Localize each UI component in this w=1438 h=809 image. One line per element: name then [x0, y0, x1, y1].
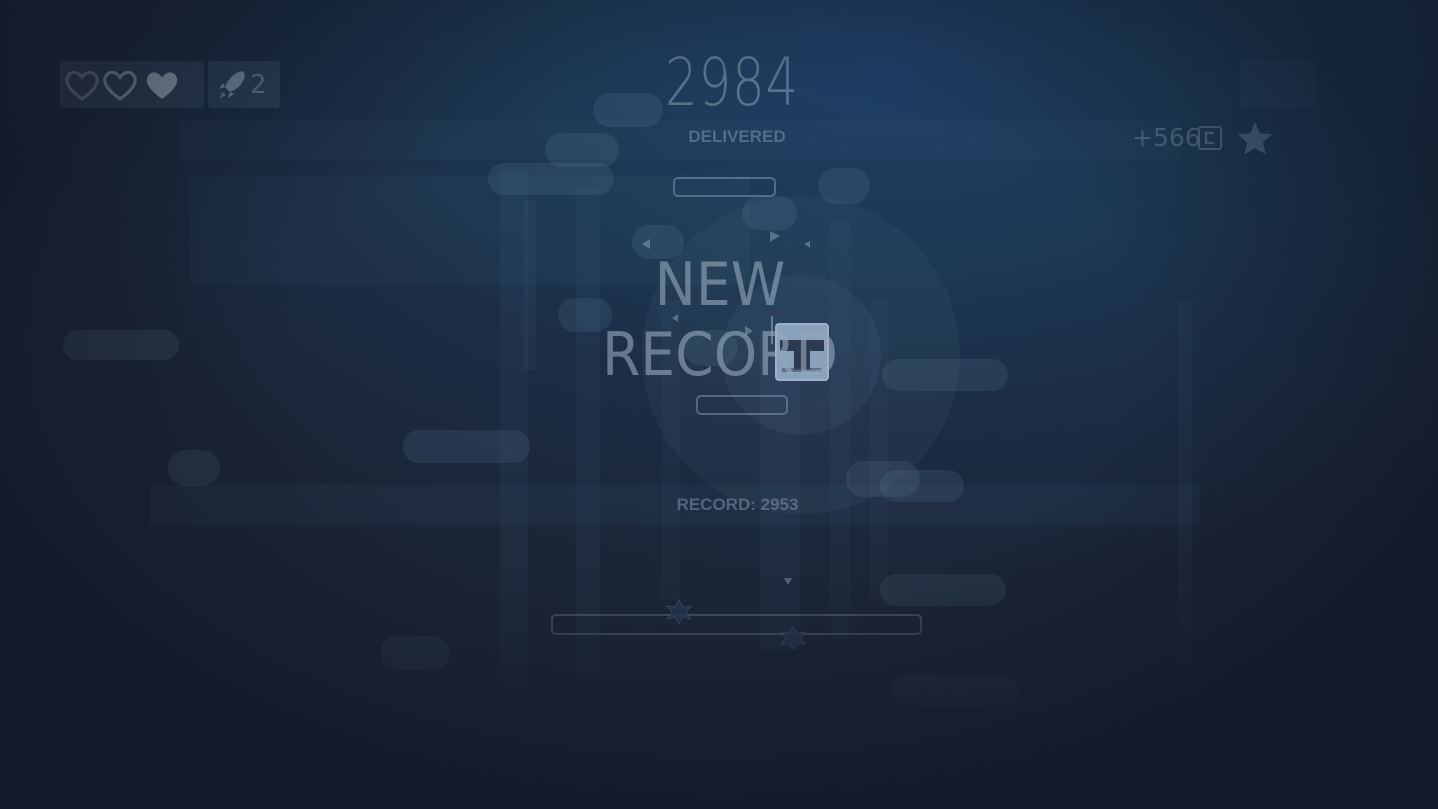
- score-label: DELIVERED: [688, 127, 786, 146]
- previous-record: RECORD: 2953: [676, 495, 799, 514]
- rocket-icon: [219, 71, 245, 99]
- new-record-title: NEW RECORD: [601, 250, 839, 390]
- game-scene: 2 2984 DELIVERED NEW RECORD RECORD: 2953…: [0, 0, 1438, 809]
- boost-count: 2: [250, 70, 267, 100]
- score-value: 2984: [664, 44, 800, 121]
- coins-earned: +566: [1132, 123, 1201, 152]
- heart-icon: [146, 72, 178, 99]
- star-icon: [1237, 121, 1273, 155]
- coin-icon: [1198, 126, 1222, 150]
- heart-icon: [103, 70, 137, 101]
- bottom-fade: [0, 560, 1438, 809]
- heart-icon: [65, 70, 99, 101]
- menu-button-ghost[interactable]: [1240, 60, 1315, 108]
